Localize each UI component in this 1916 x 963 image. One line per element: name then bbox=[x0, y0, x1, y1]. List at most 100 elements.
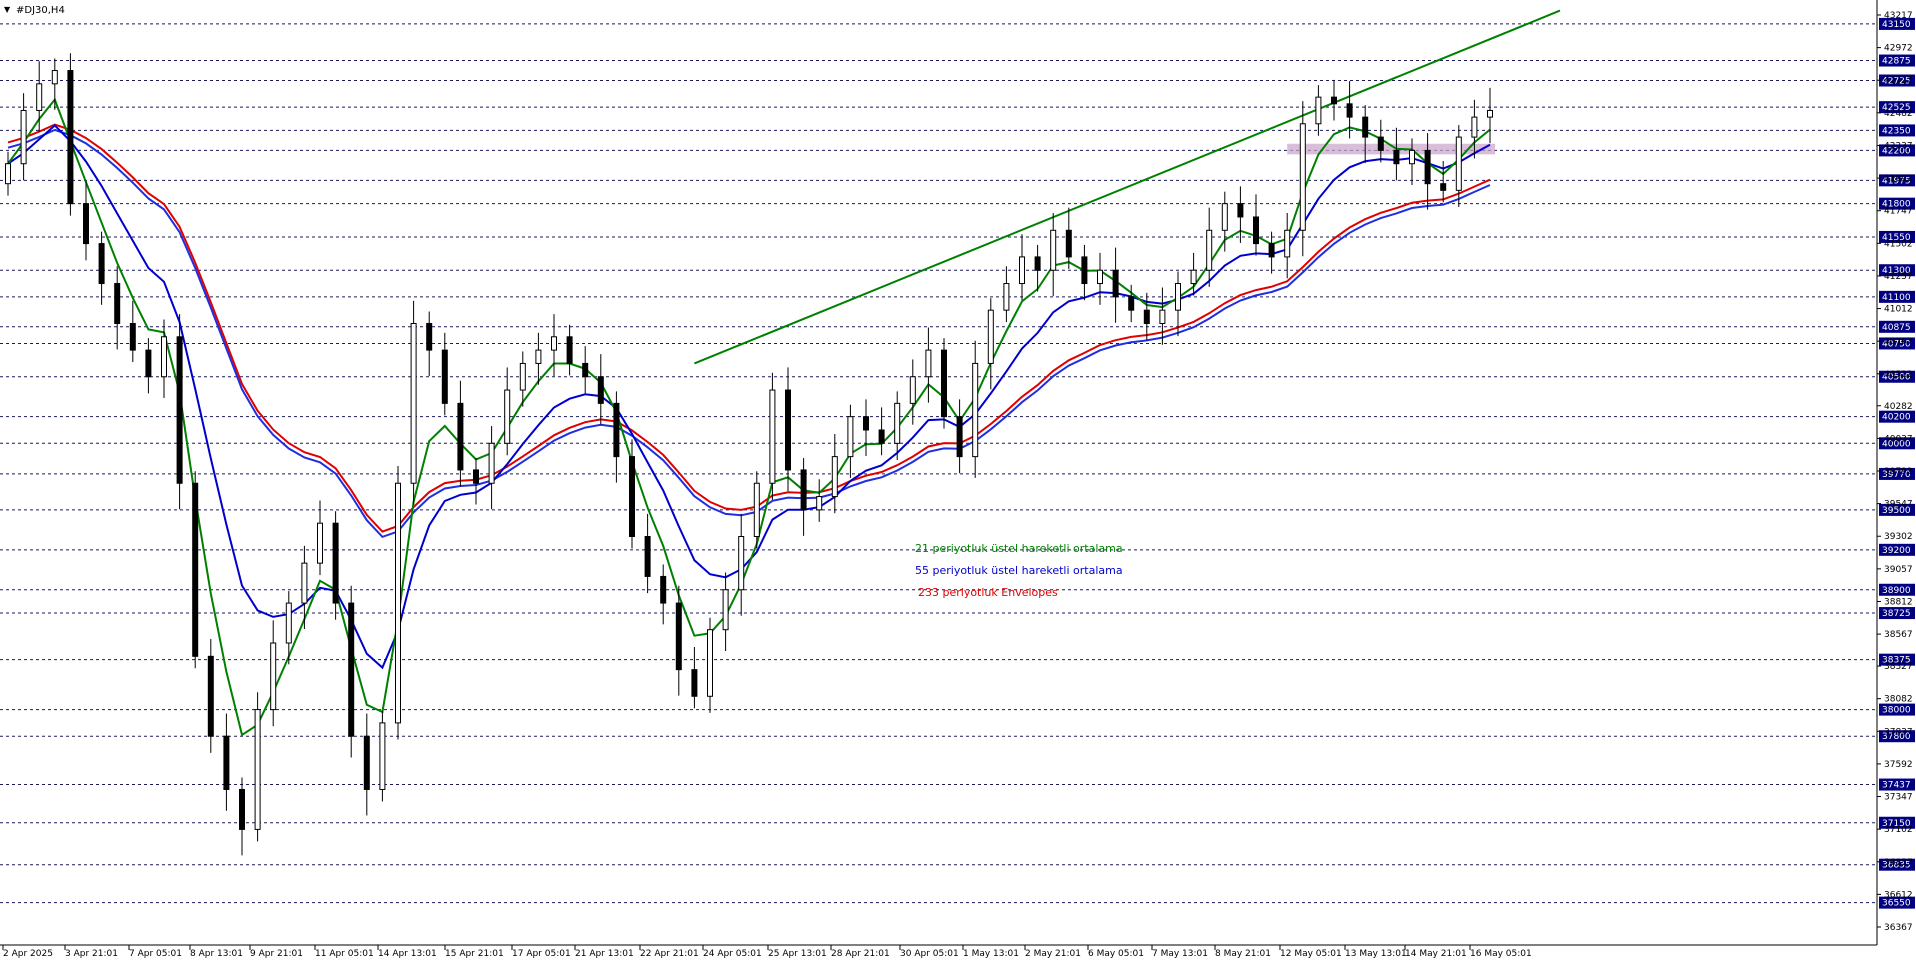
candle bbox=[348, 585, 355, 758]
title-dropdown-icon[interactable]: ▼ bbox=[4, 5, 11, 14]
y-tick-label: 39302 bbox=[1884, 532, 1913, 542]
y-tick-label: 39057 bbox=[1884, 565, 1913, 575]
x-tick-label: 14 May 21:01 bbox=[1405, 949, 1467, 959]
candle-body bbox=[1097, 269, 1103, 285]
candle-body bbox=[519, 362, 526, 391]
y-tick-label: 40282 bbox=[1884, 402, 1913, 412]
candle-body bbox=[660, 575, 667, 604]
candle-body bbox=[1128, 296, 1135, 311]
level-label: 38900 bbox=[1882, 586, 1911, 596]
candle bbox=[176, 314, 183, 510]
x-tick-label: 21 Apr 13:01 bbox=[575, 949, 634, 959]
level-label: 43150 bbox=[1882, 20, 1911, 30]
candle-body bbox=[379, 722, 386, 790]
candle bbox=[207, 639, 214, 753]
y-tick-label: 36857 bbox=[1884, 858, 1913, 868]
candle-body bbox=[909, 376, 916, 404]
candle bbox=[192, 471, 199, 669]
y-tick-label: 36367 bbox=[1884, 923, 1913, 933]
candle bbox=[379, 710, 386, 802]
candle bbox=[941, 338, 947, 429]
candle-body bbox=[348, 602, 355, 737]
candle-body bbox=[925, 349, 932, 378]
candle-body bbox=[894, 402, 901, 444]
y-tick-label: 42727 bbox=[1884, 76, 1913, 86]
x-tick-label: 28 Apr 21:01 bbox=[831, 949, 890, 959]
y-tick-label: 40767 bbox=[1884, 337, 1913, 347]
x-tick-label: 9 Apr 21:01 bbox=[250, 949, 303, 959]
y-tick-label: 41257 bbox=[1884, 272, 1913, 282]
candle-body bbox=[1393, 149, 1400, 165]
candle-body bbox=[83, 203, 89, 245]
candle bbox=[753, 471, 760, 549]
level-label: 39200 bbox=[1882, 546, 1911, 556]
candle-body bbox=[1034, 256, 1041, 271]
candle-body bbox=[301, 562, 308, 604]
y-tick-label: 38327 bbox=[1884, 662, 1913, 672]
candle-body bbox=[1440, 183, 1447, 191]
candle-body bbox=[722, 589, 729, 631]
y-tick-label: 42237 bbox=[1884, 141, 1913, 151]
x-tick-label: 30 Apr 05:01 bbox=[900, 949, 959, 959]
x-tick-label: 8 May 21:01 bbox=[1215, 949, 1271, 959]
price-chart[interactable]: 4315042875427254252542350422004197541800… bbox=[0, 0, 1916, 963]
y-tick-label: 37102 bbox=[1884, 825, 1913, 835]
y-tick-label: 37347 bbox=[1884, 793, 1913, 803]
y-tick-label: 39547 bbox=[1884, 500, 1913, 510]
candle-body bbox=[488, 442, 495, 484]
candle-body bbox=[1065, 229, 1072, 258]
y-tick-label: 41012 bbox=[1884, 305, 1913, 315]
y-tick-label: 42972 bbox=[1884, 44, 1913, 54]
x-tick-label: 13 May 13:01 bbox=[1345, 949, 1407, 959]
x-tick-label: 17 Apr 05:01 bbox=[512, 949, 571, 959]
candle-body bbox=[5, 163, 11, 185]
level-label: 37437 bbox=[1882, 781, 1911, 791]
candle-body bbox=[270, 642, 277, 711]
candle-body bbox=[67, 70, 74, 205]
candle bbox=[332, 511, 339, 620]
candle-body bbox=[675, 602, 682, 671]
y-tick-label: 41747 bbox=[1884, 207, 1913, 217]
y-tick-label: 38567 bbox=[1884, 630, 1913, 640]
candle-body bbox=[956, 416, 963, 458]
candle bbox=[254, 692, 261, 842]
candle-body bbox=[20, 109, 27, 165]
candle-body bbox=[114, 283, 121, 324]
y-tick-label: 38812 bbox=[1884, 597, 1913, 607]
candle-body bbox=[1424, 149, 1431, 185]
x-tick-label: 24 Apr 05:01 bbox=[703, 949, 762, 959]
candle-body bbox=[707, 629, 713, 697]
x-tick-label: 2 May 21:01 bbox=[1025, 949, 1081, 959]
chart-background bbox=[0, 0, 1916, 963]
x-tick-label: 3 Apr 21:01 bbox=[65, 949, 118, 959]
candle-body bbox=[1143, 309, 1150, 324]
candle-body bbox=[441, 349, 448, 404]
y-tick-label: 37837 bbox=[1884, 727, 1913, 737]
y-tick-label: 41992 bbox=[1884, 174, 1913, 184]
candle-body bbox=[769, 389, 776, 484]
candle-body bbox=[691, 669, 698, 697]
candle-body bbox=[1487, 109, 1493, 118]
candle-body bbox=[1471, 116, 1478, 138]
candle-body bbox=[145, 349, 152, 378]
candle-body bbox=[816, 496, 823, 511]
y-tick-label: 40522 bbox=[1884, 370, 1913, 380]
candle-body bbox=[629, 456, 635, 538]
candle-body bbox=[1159, 309, 1166, 324]
candle-body bbox=[1268, 243, 1275, 258]
level-label: 40875 bbox=[1882, 323, 1911, 333]
y-tick-label: 36612 bbox=[1884, 890, 1913, 900]
level-label: 42350 bbox=[1882, 126, 1911, 136]
candle-body bbox=[1206, 229, 1213, 271]
x-tick-label: 15 Apr 21:01 bbox=[445, 949, 504, 959]
candle-body bbox=[457, 402, 464, 471]
candle-body bbox=[1019, 256, 1025, 285]
candle-body bbox=[504, 389, 511, 444]
candle-body bbox=[1050, 229, 1057, 271]
candle-body bbox=[410, 322, 417, 484]
candle bbox=[410, 300, 417, 505]
x-tick-label: 16 May 05:01 bbox=[1470, 949, 1532, 959]
level-label: 40200 bbox=[1882, 413, 1911, 423]
y-tick-label: 39792 bbox=[1884, 467, 1913, 477]
x-tick-label: 7 May 13:01 bbox=[1152, 949, 1208, 959]
